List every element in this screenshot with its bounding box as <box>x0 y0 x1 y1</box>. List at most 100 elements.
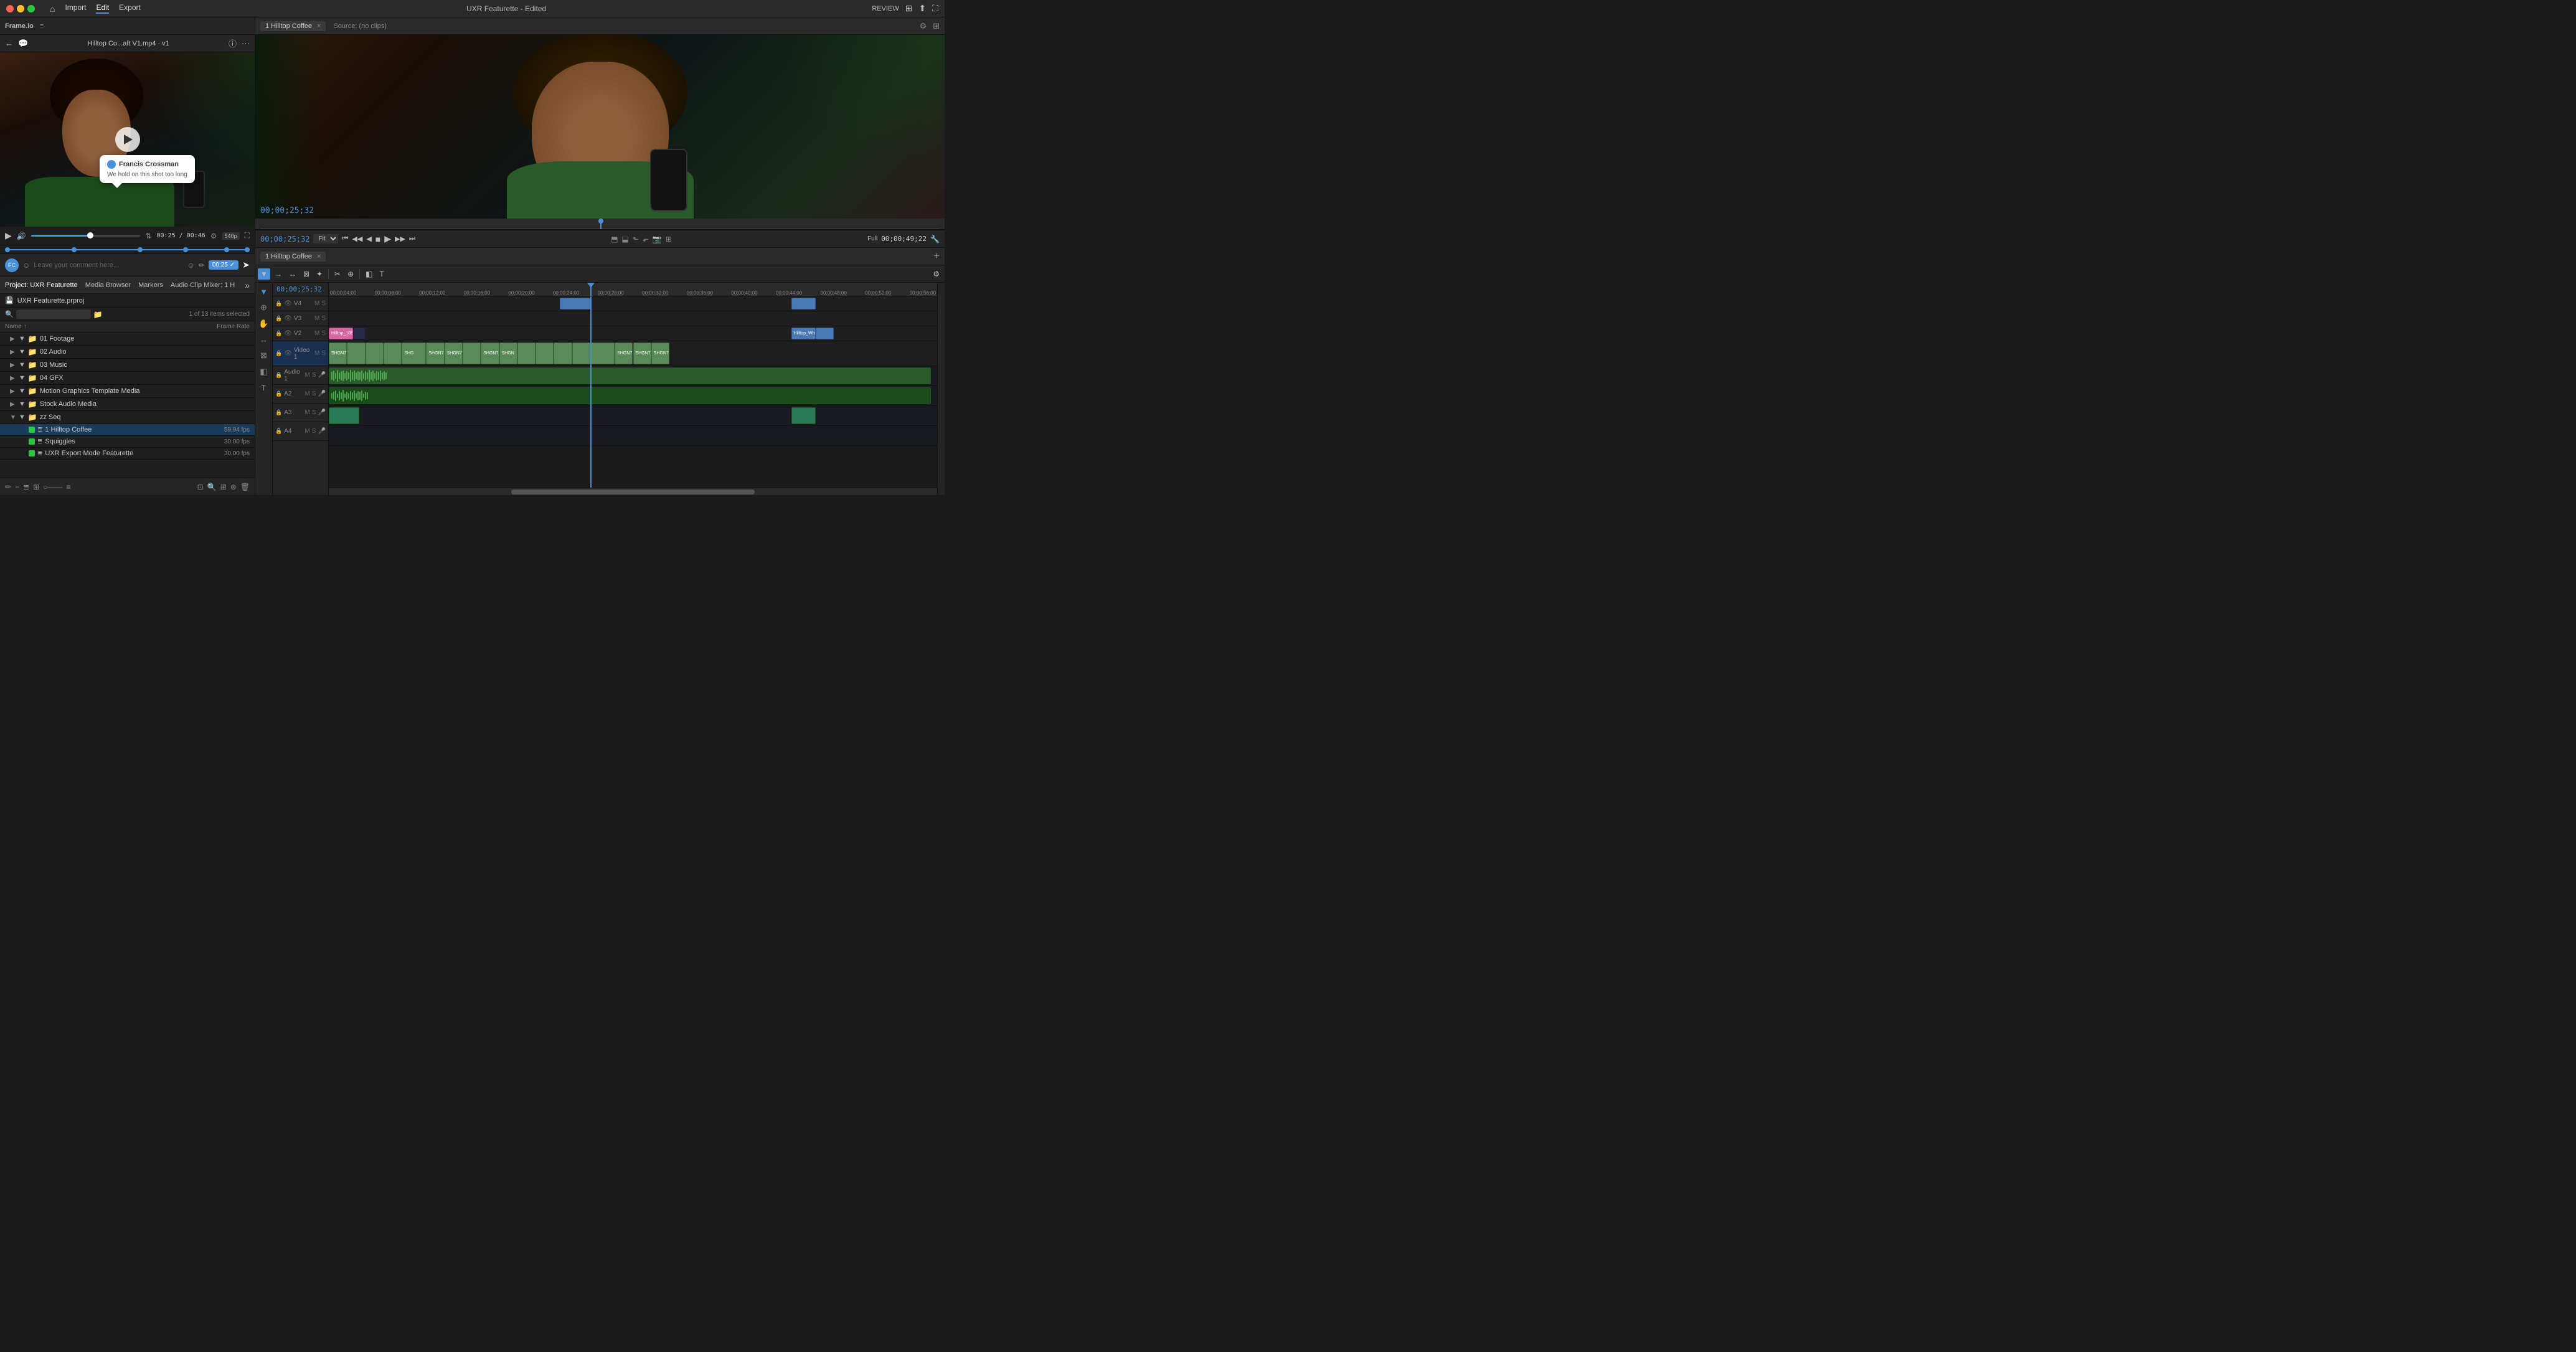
timeline-vscroll[interactable] <box>937 283 945 495</box>
clip-v1-7[interactable]: SHGN7 <box>445 343 463 364</box>
clip-v1-4[interactable] <box>384 343 402 364</box>
comment-input[interactable]: Leave your comment here... <box>34 262 183 269</box>
clip-v2-3[interactable]: Hilltop_White.psd <box>791 328 816 339</box>
razor-tool[interactable]: ✂ <box>332 268 343 280</box>
clip-v2-2[interactable] <box>353 328 366 339</box>
v-tool-zoom[interactable]: ⊕ <box>258 301 269 314</box>
ripple-tool[interactable]: ↔ <box>286 268 299 280</box>
zoom-slider[interactable]: ○—— <box>43 483 62 491</box>
timeline-tab-close[interactable]: × <box>317 253 321 260</box>
clip-v1-9[interactable]: SHGN7_50 <box>481 343 499 364</box>
track-eye-v1[interactable]: 👁 <box>284 350 292 357</box>
track-mute-v1[interactable]: M <box>314 350 319 357</box>
audio-clip-a3-1[interactable] <box>329 407 359 424</box>
track-mic-a1[interactable]: 🎤 <box>318 372 326 379</box>
scroll-thumb[interactable] <box>511 489 755 494</box>
list-view-button[interactable]: ≣ <box>23 483 29 491</box>
track-eye-v4[interactable]: 👁 <box>284 300 292 307</box>
rolling-tool[interactable]: ⊠ <box>301 268 312 280</box>
track-s-a4[interactable]: S <box>312 428 316 435</box>
v-tool-slip[interactable]: ◧ <box>258 365 269 379</box>
track-mute-v2[interactable]: M <box>314 330 319 337</box>
fullscreen-icon[interactable]: ⛶ <box>932 3 938 14</box>
clip-v1-1[interactable]: SHGN7_500 <box>329 343 347 364</box>
resolution-badge[interactable]: 540p <box>222 232 240 240</box>
timeline-ruler[interactable]: 00;00;04;00 00;00;08;00 00;00;12;00 00;0… <box>329 283 937 296</box>
ctrl-to-in[interactable]: ⏮ <box>342 235 348 243</box>
track-s-a1[interactable]: S <box>312 372 316 379</box>
clip-v1-14[interactable] <box>572 343 590 364</box>
type-tool[interactable]: T <box>377 268 386 280</box>
track-mute-v3[interactable]: M <box>314 315 319 322</box>
monitor-timecode-display[interactable]: 00;00;25;32 <box>260 235 309 243</box>
v-tool-text[interactable]: T <box>260 381 268 394</box>
delete-button[interactable]: − <box>15 483 19 491</box>
track-solo-v3[interactable]: S <box>321 315 326 322</box>
back-button[interactable]: ← <box>5 39 13 48</box>
track-mute-v4[interactable]: M <box>314 300 319 307</box>
track-lock-a3[interactable]: 🔒 <box>275 409 282 416</box>
audio-clip-a2[interactable] <box>329 387 931 404</box>
magnet-tool[interactable]: ⊕ <box>345 268 356 280</box>
comment-icon[interactable]: 💬 <box>18 39 28 49</box>
timeline-settings-icon[interactable]: ⚙ <box>930 268 942 280</box>
sort-icon[interactable]: ↑ <box>24 323 27 330</box>
timeline-tab[interactable]: 1 Hilltop Coffee × <box>260 252 326 262</box>
clip-v1-5[interactable]: SHG <box>402 343 426 364</box>
nav-edit[interactable]: Edit <box>96 3 109 14</box>
track-m-a2[interactable]: M <box>305 390 310 397</box>
track-lock-v3[interactable]: 🔒 <box>275 315 282 322</box>
frameio-hamburger[interactable]: ≡ <box>40 22 44 30</box>
list-item[interactable]: ▶ ▼ 📁 01 Footage <box>0 333 255 346</box>
comment-mode-icon[interactable]: ☺ <box>22 261 30 270</box>
clip-v1-11[interactable] <box>517 343 535 364</box>
track-solo-v2[interactable]: S <box>321 330 326 337</box>
clip-v1-13[interactable] <box>554 343 572 364</box>
monitor-tab-close[interactable]: × <box>317 22 321 30</box>
grid-view-button[interactable]: ⊞ <box>33 483 39 491</box>
clip-v4-1[interactable] <box>560 298 590 310</box>
list-item[interactable]: ▶ ▼ 📁 04 GFX <box>0 372 255 385</box>
v-tool-hand[interactable]: ✋ <box>257 317 270 331</box>
tab-media-browser[interactable]: Media Browser <box>85 281 131 289</box>
track-lock-v2[interactable]: 🔒 <box>275 330 282 337</box>
lift-tool[interactable]: ⬑ <box>633 235 639 243</box>
selection-tool[interactable]: ▼ <box>258 268 270 280</box>
timeline-scrollbar[interactable] <box>329 488 937 495</box>
track-s-a2[interactable]: S <box>312 390 316 397</box>
project-root-row[interactable]: 💾 UXR Featurette.prproj <box>0 294 255 308</box>
tab-markers[interactable]: Markers <box>138 281 163 289</box>
minimize-window-button[interactable] <box>17 5 24 12</box>
monitor-layout-icon[interactable]: ⊞ <box>933 21 940 31</box>
nav-import[interactable]: Import <box>65 3 86 14</box>
tab-audio-mixer[interactable]: Audio Clip Mixer: 1 H <box>171 281 235 289</box>
sort-menu-button[interactable]: ≡ <box>66 483 70 491</box>
extract-tool[interactable]: ⬐ <box>643 235 649 243</box>
settings-icon[interactable]: ⚙ <box>210 232 217 240</box>
track-solo-v1[interactable]: S <box>321 350 326 357</box>
list-item[interactable]: ▶ ▼ 📁 02 Audio <box>0 346 255 359</box>
clip-v1-18[interactable]: SHGN7_S <box>651 343 669 364</box>
link-tool[interactable]: ◧ <box>363 268 375 280</box>
clip-v1-16[interactable]: SHGN7_S <box>615 343 633 364</box>
ctrl-step-back[interactable]: ◀◀ <box>352 235 362 243</box>
track-mic-a3[interactable]: 🎤 <box>318 409 326 416</box>
comment-submit-button[interactable]: ➤ <box>242 260 250 270</box>
clip-v1-6[interactable]: SHGN7 <box>426 343 444 364</box>
search-input[interactable] <box>16 310 91 319</box>
track-lock-a1[interactable]: 🔒 <box>275 372 282 379</box>
track-lock-a2[interactable]: 🔒 <box>275 390 282 397</box>
track-m-a3[interactable]: M <box>305 409 310 416</box>
maximize-window-button[interactable] <box>27 5 35 12</box>
list-item[interactable]: ≣ UXR Export Mode Featurette 30.00 fps <box>0 448 255 460</box>
list-item[interactable]: ▶ ▼ 📁 03 Music <box>0 359 255 372</box>
more-options-button[interactable]: ⊛ <box>230 483 237 491</box>
clip-v2-1[interactable]: Hilltop_1080 <box>329 328 353 339</box>
tabs-more-button[interactable]: » <box>245 280 250 290</box>
track-lock-v1[interactable]: 🔒 <box>275 350 282 357</box>
list-item[interactable]: ▼ ▼ 📁 zz Seq <box>0 411 255 424</box>
volume-icon[interactable]: 🔊 <box>17 232 26 240</box>
share-icon[interactable]: ⬆ <box>918 3 926 14</box>
clip-v1-15[interactable] <box>590 343 615 364</box>
track-mic-a2[interactable]: 🎤 <box>318 390 326 397</box>
